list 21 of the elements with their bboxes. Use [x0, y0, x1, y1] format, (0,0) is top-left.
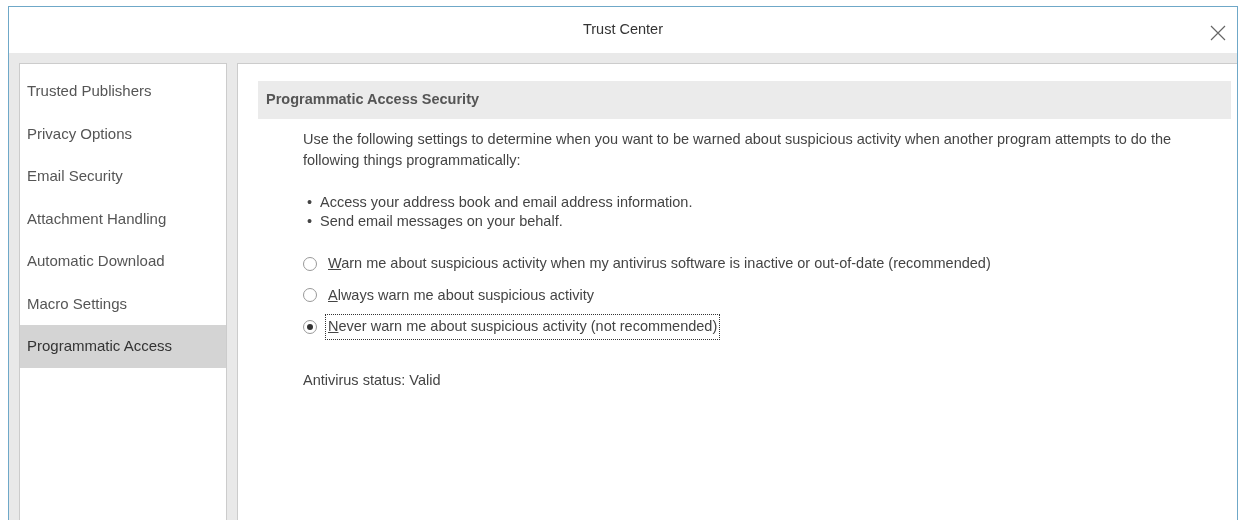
- radio-label[interactable]: Always warn me about suspicious activity: [325, 282, 597, 309]
- section-header: Programmatic Access Security: [258, 81, 1231, 119]
- bullet-marker: •: [307, 211, 313, 231]
- radio-button[interactable]: [303, 288, 317, 303]
- sidebar-item[interactable]: Privacy Options: [20, 112, 226, 155]
- window-title: Trust Center: [582, 20, 663, 40]
- sidebar-item[interactable]: Macro Settings: [20, 282, 226, 325]
- radio-label[interactable]: Warn me about suspicious activity when my antivirus software is inactive or out-of-date (recommended): [325, 250, 994, 277]
- bullet-text: Access your address book and email address information.: [320, 192, 693, 212]
- radio-label[interactable]: Never warn me about suspicious activity (not recommended): [325, 314, 721, 340]
- sidebar-item[interactable]: Attachment Handling: [20, 197, 226, 240]
- sidebar-item[interactable]: Trusted Publishers: [20, 70, 226, 113]
- bullet-text: Send email messages on your behalf.: [320, 211, 563, 231]
- sidebar-item[interactable]: Automatic Download: [20, 240, 226, 283]
- description-text: Use the following settings to determine when you want to be warned about suspicious activity when another program attempts to do the following things programmatically:: [303, 129, 1173, 170]
- status-text: Antivirus status: Valid: [303, 371, 442, 390]
- sidebar-item[interactable]: Programmatic Access: [20, 325, 226, 368]
- radio-button[interactable]: [303, 320, 317, 335]
- radio-button[interactable]: [303, 256, 317, 271]
- bullet-marker: •: [307, 192, 313, 212]
- sidebar-item[interactable]: Email Security: [20, 155, 226, 198]
